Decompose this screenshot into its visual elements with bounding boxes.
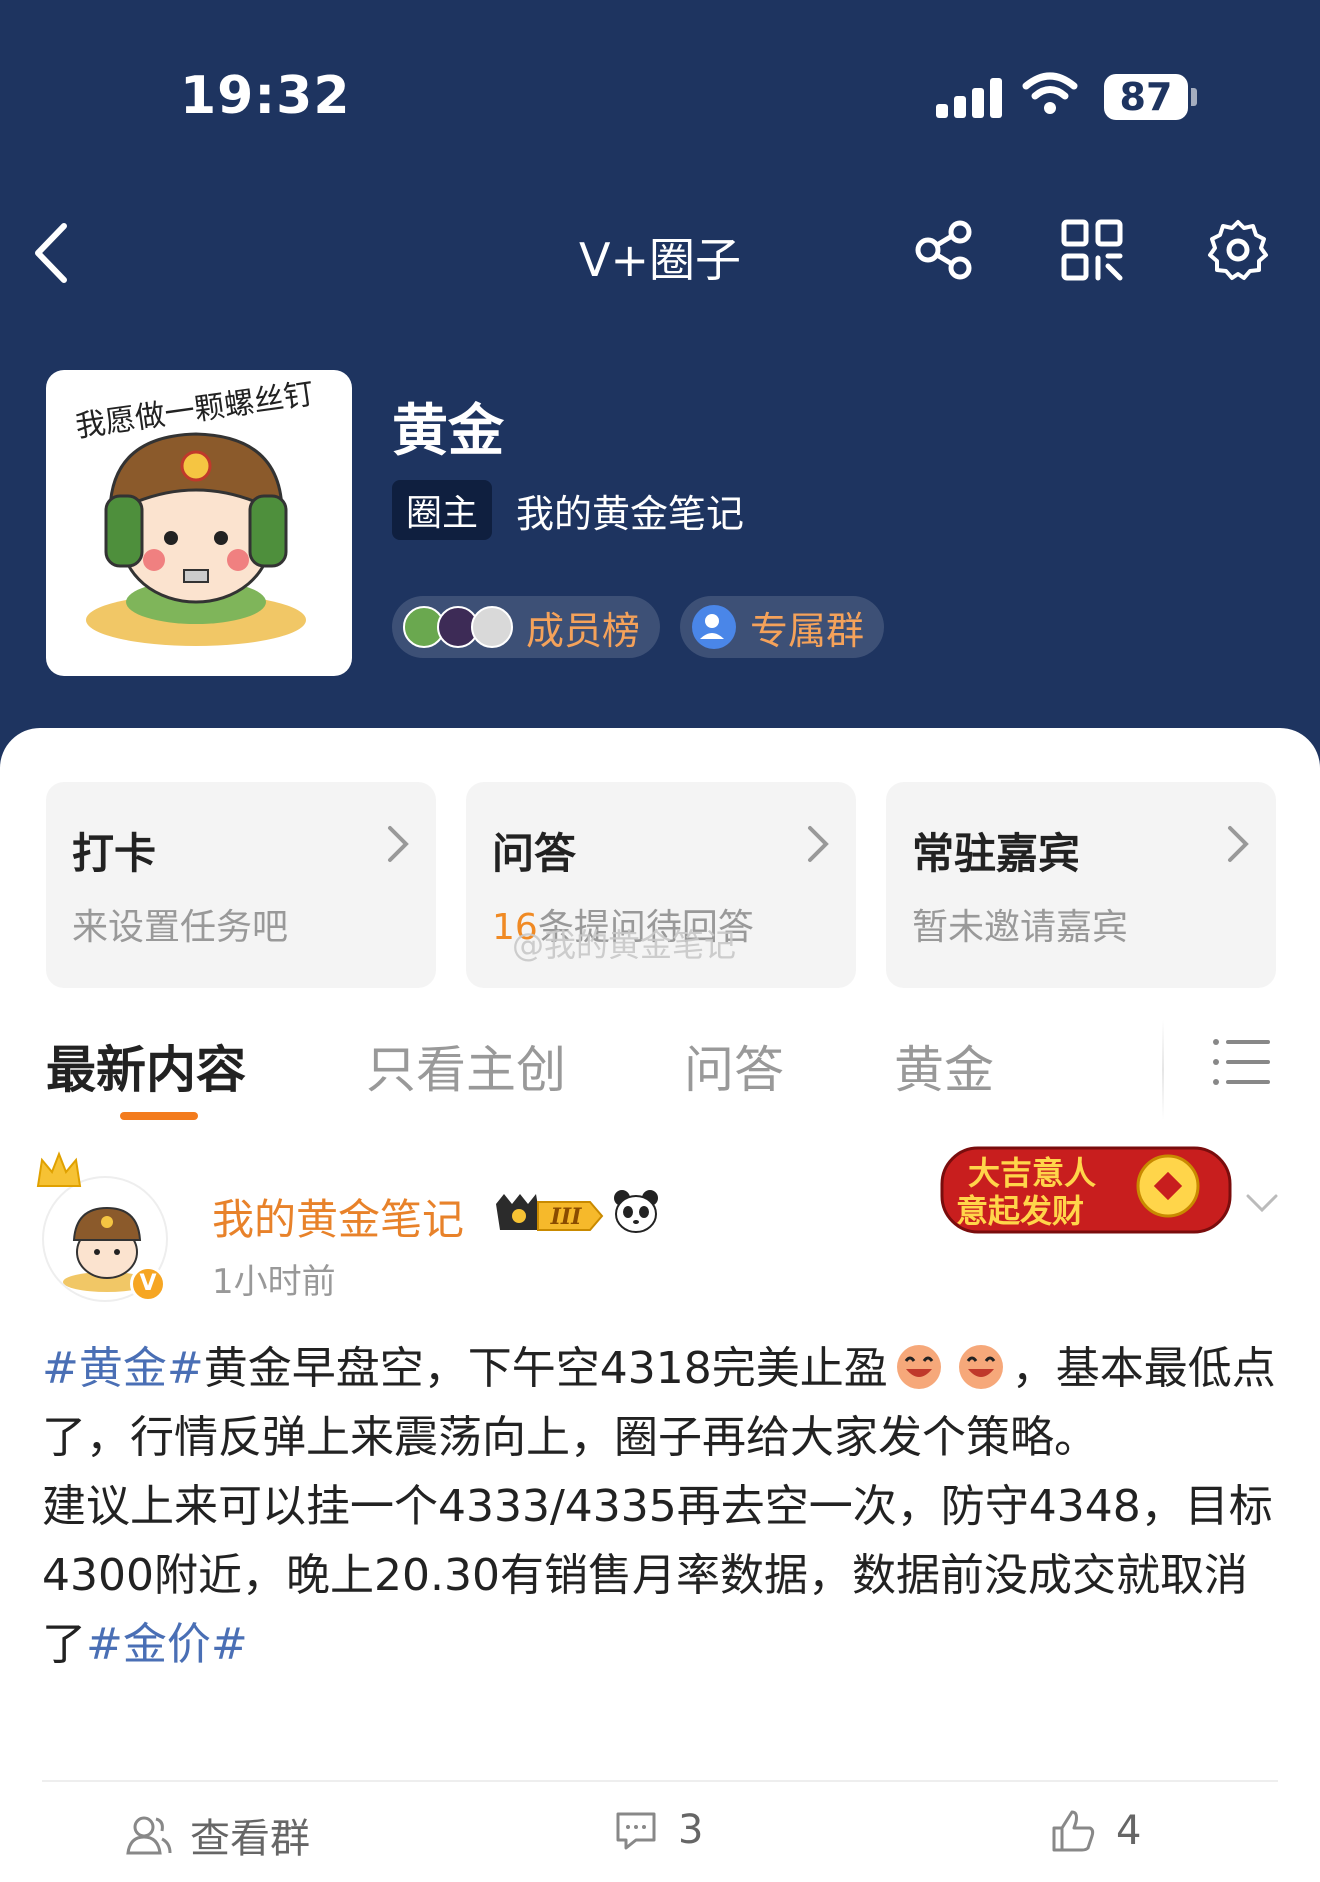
group-icon: [126, 1816, 172, 1855]
comment-button[interactable]: 3: [612, 1806, 703, 1854]
divider: [42, 1780, 1278, 1782]
status-time: 19:32: [180, 66, 351, 126]
topic-tag[interactable]: #金价#: [86, 1619, 248, 1670]
comment-count: 3: [678, 1807, 704, 1853]
comment-icon: [616, 1812, 656, 1850]
feature-subtitle: 暂未邀请嘉宾: [912, 907, 1129, 948]
owner-tag: 圈主: [392, 480, 493, 540]
exclusive-group-button[interactable]: 专属群: [680, 596, 885, 658]
watermark: @我的黄金笔记: [512, 926, 737, 964]
tab-latest[interactable]: 最新内容: [46, 1030, 246, 1102]
menu-list-icon[interactable]: [1212, 1036, 1272, 1088]
svg-text:大吉意人: 大吉意人: [968, 1154, 1096, 1192]
member-rank-button[interactable]: 成员榜: [392, 596, 661, 658]
owner-name[interactable]: 我的黄金笔记: [516, 483, 744, 538]
svg-text:意起发财: 意起发财: [956, 1192, 1084, 1230]
tab-creators-only[interactable]: 只看主创: [366, 1030, 566, 1102]
navbar: V+圈子: [0, 210, 1320, 300]
share-icon[interactable]: [912, 218, 976, 282]
feature-title: 问答: [492, 829, 577, 878]
circle-name: 黄金: [392, 399, 504, 464]
battery-cap: [1191, 88, 1197, 106]
group-icon: [692, 605, 736, 649]
status-bar: 19:32 87: [0, 0, 1320, 150]
chevron-right-icon: [388, 826, 409, 862]
topic-tag[interactable]: #黄金#: [42, 1343, 204, 1394]
author-name[interactable]: 我的黄金笔记: [212, 1186, 464, 1247]
wifi-icon: [1022, 72, 1078, 114]
feature-title: 打卡: [72, 829, 157, 878]
verified-badge-icon: V: [130, 1266, 166, 1302]
chevron-down-icon[interactable]: [1244, 1192, 1280, 1216]
thumbs-up-icon: [1052, 1810, 1095, 1852]
crown-icon: [36, 1151, 82, 1187]
content-tabs: 最新内容 只看主创 问答 黄金: [0, 1000, 1320, 1130]
active-tab-indicator: [120, 1112, 198, 1120]
laughing-emoji-icon: [896, 1345, 941, 1389]
member-rank-label: 成员榜: [526, 608, 641, 653]
like-button[interactable]: 4: [1048, 1806, 1141, 1856]
qr-code-icon[interactable]: [1060, 218, 1124, 282]
battery-indicator: 87: [1104, 74, 1188, 120]
panda-icon: [614, 1190, 658, 1233]
view-group-button[interactable]: 查看群: [124, 1806, 310, 1864]
post-time: 1小时前: [212, 1262, 336, 1302]
laughing-emoji-icon: [958, 1345, 1003, 1389]
member-avatars: [403, 606, 513, 648]
view-group-label: 查看群: [190, 1816, 310, 1862]
post-actions: 查看群 3 4: [0, 1800, 1320, 1870]
settings-icon[interactable]: [1206, 218, 1270, 282]
festive-banner: 大吉意人 意起发财: [938, 1142, 1234, 1238]
tab-gold[interactable]: 黄金: [894, 1030, 994, 1102]
tab-qa[interactable]: 问答: [684, 1030, 784, 1102]
feature-subtitle: 来设置任务吧: [72, 907, 289, 948]
post-text: 黄金早盘空，下午空4318完美止盈: [203, 1343, 888, 1394]
feature-title: 常驻嘉宾: [912, 829, 1081, 878]
group-label: 专属群: [750, 608, 865, 653]
feature-guests[interactable]: 常驻嘉宾 暂未邀请嘉宾: [886, 782, 1276, 988]
owner-row: 圈主 我的黄金笔记: [392, 480, 744, 540]
cellular-signal-icon: [936, 78, 1002, 118]
chevron-right-icon: [1228, 826, 1249, 862]
content-sheet: 打卡 来设置任务吧 问答 16条提问待回答 常驻嘉宾 暂未邀请嘉宾: [0, 728, 1320, 1882]
like-count: 4: [1116, 1808, 1142, 1854]
svg-text:III: III: [550, 1204, 583, 1230]
circle-avatar[interactable]: 我愿做一颗螺丝钉: [46, 370, 352, 676]
feature-checkin[interactable]: 打卡 来设置任务吧: [46, 782, 436, 988]
cartoon-soldier-image: 我愿做一颗螺丝钉: [73, 377, 316, 646]
chevron-right-icon: [808, 826, 829, 862]
member-level-badge-icon: III: [496, 1194, 604, 1231]
circle-info-card: 我愿做一颗螺丝钉 黄金 圈主 我的黄金笔记 成员榜 专属群: [0, 370, 1320, 676]
post-body: #黄金#黄金早盘空，下午空4318完美止盈 ，基本最低点了，行情反弹上来震荡向上，…: [42, 1334, 1282, 1679]
tab-divider: [1162, 1020, 1164, 1120]
